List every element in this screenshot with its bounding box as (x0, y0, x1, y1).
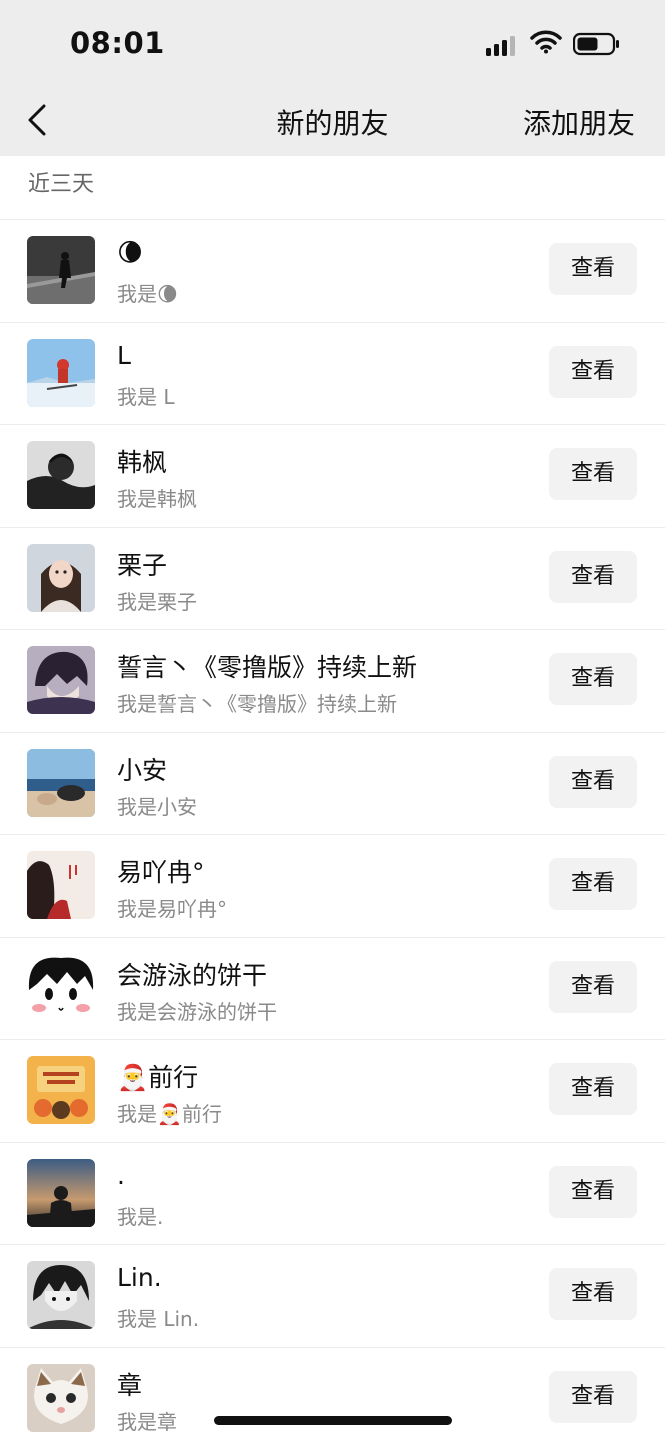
list-item[interactable]: 会游泳的饼干 我是会游泳的饼干 查看 (0, 938, 665, 1040)
avatar (27, 236, 95, 304)
avatar (27, 338, 95, 407)
list-item (0, 204, 665, 220)
contact-name: 小安 (117, 755, 168, 785)
contact-message: 我是🌘 (117, 282, 178, 306)
contact-message: 我是 L (117, 384, 175, 409)
section-header: 近三天 (0, 156, 665, 204)
avatar (27, 1261, 95, 1329)
view-button[interactable]: 查看 (549, 1165, 637, 1218)
contact-message: 我是🎅前行 (117, 1102, 222, 1126)
avatar (27, 851, 95, 919)
new-friends-screen: 08:01 新的朋友 添加朋友 近三天 🌘 我是🌘 查看 L 我是 L 查看 韩… (0, 0, 665, 1440)
status-bar: 08:01 (0, 0, 665, 84)
contact-name: L (117, 340, 131, 370)
list-item[interactable]: 小安 我是小安 查看 (0, 733, 665, 835)
view-button[interactable]: 查看 (549, 243, 637, 295)
view-button[interactable]: 查看 (549, 960, 637, 1013)
contact-name: 韩枫 (117, 448, 168, 477)
list-item[interactable]: 誓言丶《零撸版》持续上新 我是誓言丶《零撸版》持续上新 查看 (0, 630, 665, 733)
contact-message: 我是誓言丶《零撸版》持续上新 (117, 692, 397, 716)
contact-message: 我是易吖冉° (117, 897, 227, 921)
avatar (27, 1158, 95, 1227)
view-button[interactable]: 查看 (549, 653, 637, 705)
contact-name: 会游泳的饼干 (117, 960, 268, 990)
list-item[interactable]: . 我是. 查看 (0, 1143, 665, 1245)
back-button[interactable] (22, 98, 62, 142)
contact-name: 誓言丶《零撸版》持续上新 (117, 653, 418, 682)
list-item[interactable]: 栗子 我是栗子 查看 (0, 528, 665, 630)
contact-name: 章 (117, 1370, 143, 1400)
avatar (27, 748, 95, 817)
avatar (27, 953, 95, 1022)
list-item[interactable]: 🌘 我是🌘 查看 (0, 220, 665, 323)
list-item[interactable]: 易吖冉° 我是易吖冉° 查看 (0, 835, 665, 938)
contact-message: 我是章 (117, 1409, 177, 1434)
wifi-icon (530, 30, 562, 54)
view-button[interactable]: 查看 (549, 858, 637, 910)
battery-icon (573, 32, 619, 56)
contact-message: 我是. (117, 1204, 164, 1229)
chevron-left-icon (28, 104, 46, 136)
view-button[interactable]: 查看 (549, 345, 637, 398)
view-button[interactable]: 查看 (549, 448, 637, 500)
cellular-signal-icon (486, 34, 518, 56)
contact-name: . (117, 1160, 125, 1190)
navigation-bar: 新的朋友 添加朋友 (0, 84, 665, 156)
view-button[interactable]: 查看 (549, 1063, 637, 1115)
contact-message: 我是韩枫 (117, 487, 197, 511)
avatar (27, 543, 95, 612)
avatar (27, 646, 95, 714)
status-time: 08:01 (70, 26, 165, 60)
contact-name: 🎅前行 (117, 1063, 199, 1092)
section-label: 近三天 (28, 172, 95, 197)
view-button[interactable]: 查看 (549, 1370, 637, 1423)
avatar (27, 1363, 95, 1432)
list-item[interactable]: L 我是 L 查看 (0, 323, 665, 425)
contact-name: 易吖冉° (117, 858, 205, 887)
add-friend-button[interactable]: 添加朋友 (523, 102, 635, 142)
avatar (27, 441, 95, 509)
contact-message: 我是栗子 (117, 589, 197, 614)
contact-name: Lin. (117, 1263, 162, 1292)
list-item[interactable]: 章 我是章 查看 (0, 1348, 665, 1440)
contact-message: 我是小安 (117, 794, 197, 819)
list-item[interactable]: Lin. 我是 Lin. 查看 (0, 1245, 665, 1348)
list-item[interactable]: 🎅前行 我是🎅前行 查看 (0, 1040, 665, 1143)
view-button[interactable]: 查看 (549, 1268, 637, 1320)
friend-request-list: 🌘 我是🌘 查看 L 我是 L 查看 韩枫 我是韩枫 查看 栗子 我是栗子 查看… (0, 204, 665, 1440)
view-button[interactable]: 查看 (549, 550, 637, 603)
contact-message: 我是 Lin. (117, 1307, 200, 1331)
view-button[interactable]: 查看 (549, 755, 637, 808)
list-item[interactable]: 韩枫 我是韩枫 查看 (0, 425, 665, 528)
home-indicator[interactable] (214, 1416, 452, 1425)
contact-name: 🌘 (117, 238, 144, 267)
avatar (27, 1056, 95, 1124)
contact-name: 栗子 (117, 550, 168, 580)
contact-message: 我是会游泳的饼干 (117, 999, 277, 1024)
